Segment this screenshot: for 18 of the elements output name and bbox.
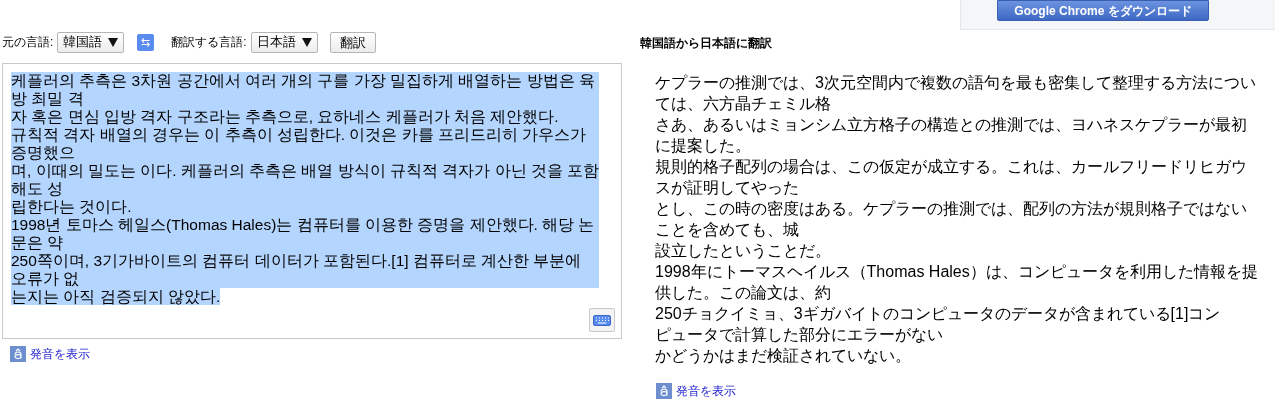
pronunciation-icon (656, 383, 672, 399)
translate-button[interactable]: 翻訳 (329, 31, 376, 53)
translated-text: ケプラーの推測では、3次元空間内で複数の語句を最も密集して整理する方法につい ては、六方晶チェミル格 さあ、あるいはミョンシム立方格子の構造との推測では、ヨハネスケプラーが最初 に提案した。 規則的格子配列の場合は、この仮定が成立する。これは、カールフリードリヒガウ スが証明してやった とし、この時の密度はある。ケプラーの推測では、配列の方法が規則格子ではない ことを含めても、城 設立したということだ。 1998年にトーマスヘイルス（Thomas Hales）は、コンピュータを利用した情報を提 供した。この論文は、約 250チョクイミョ、3ギガバイトのコンピュータのデータが含まれている[1]コン ピュータで計算した部分にエラーがない かどうかはまだ検証されていない。 (655, 73, 1259, 366)
result-heading: 韓国語から日本語に翻訳 (640, 35, 773, 52)
keyboard-icon (593, 314, 611, 326)
keyboard-button[interactable] (589, 308, 615, 332)
target-language-label: 翻訳する言語: (171, 34, 247, 51)
dropdown-arrow-icon (108, 37, 119, 47)
show-pronunciation-link[interactable]: 発音を表示 (30, 345, 90, 363)
source-text: 케플러의 추측은 3차원 공간에서 여러 개의 구를 가장 밀집하게 배열하는 방법은 육 방 최밀 격 자 혹은 면심 입방 격자 구조라는 추측으로, 요하네스 케플러가 처음 제안했다. 규칙적 격자 배열의 경우는 이 추측이 성립한다. 이것은 카를 프리드리히 가우스가 증명했으 며, 이때의 밀도는 이다. 케플러의 추측은 배열 방식이 규칙적 격자가 아닌 것을 포함 해도 성 립한다는 것이다. 1998년 토마스 헤일스(Thomas Hales)는 컴퓨터를 이용한 증명을 제안했다. 해당 논 문은 약 250쪽이며, 3기가바이트의 컴퓨터 데이터가 포함된다.[1] 컴퓨터로 계산한 부분에 오류가 없 는지는 아직 검증되지 않았다. (11, 72, 597, 306)
source-language-label: 元の言語: (2, 34, 54, 51)
pronunciation-icon (10, 346, 26, 362)
dropdown-arrow-icon (301, 37, 312, 47)
source-text-area[interactable] (2, 63, 622, 339)
show-pronunciation-link[interactable]: 発音を表示 (676, 382, 736, 400)
target-language-select[interactable]: 日本語 (250, 31, 318, 53)
source-language-select[interactable]: 韓国語 (57, 31, 125, 53)
download-button[interactable]: Google Chrome をダウンロード (997, 0, 1209, 21)
